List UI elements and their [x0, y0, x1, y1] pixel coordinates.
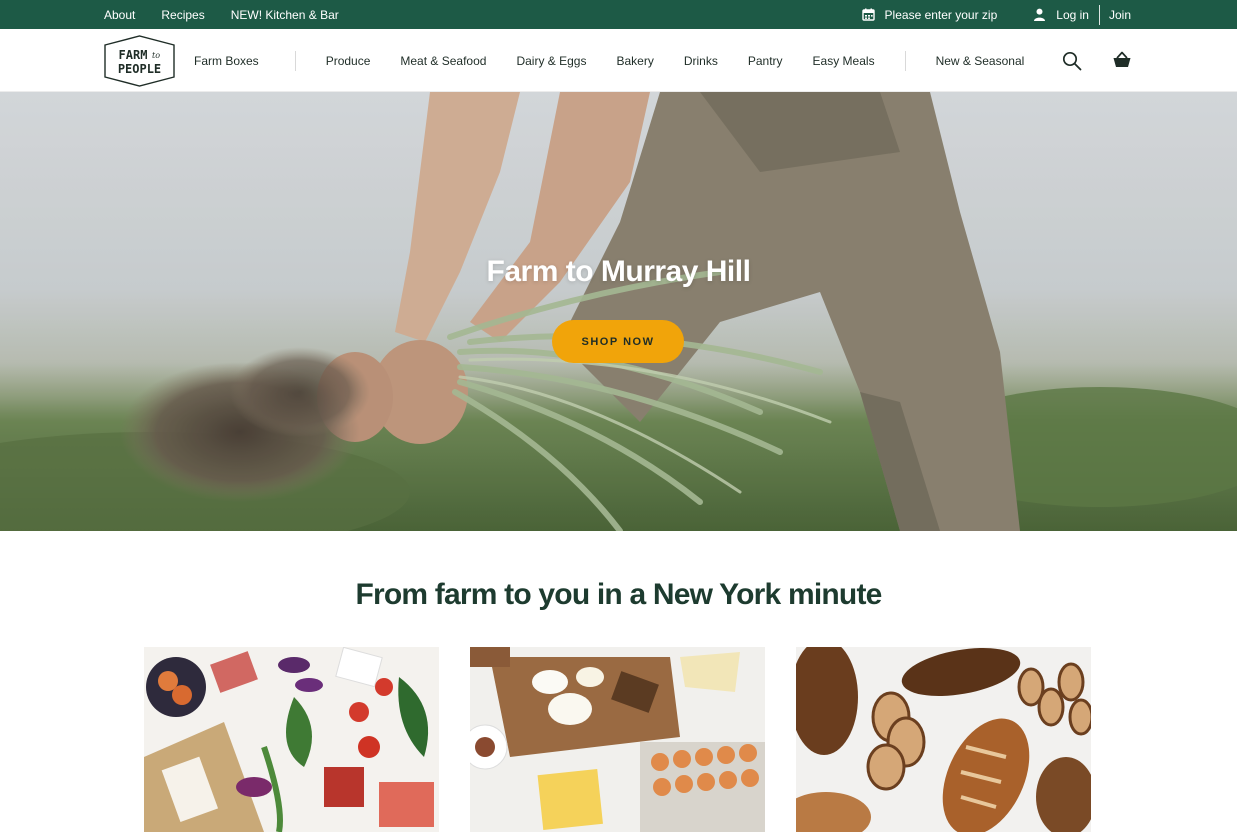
join-link[interactable]: Join: [1109, 8, 1131, 22]
search-icon[interactable]: [1062, 51, 1082, 71]
nav-bakery[interactable]: Bakery: [616, 54, 653, 68]
account-divider: [1098, 4, 1100, 25]
hero-title: Farm to Murray Hill: [486, 255, 751, 288]
basket-icon[interactable]: [1112, 50, 1132, 70]
hero-image: [0, 92, 1237, 531]
logo-badge: FARM to PEOPLE: [104, 35, 175, 87]
category-card-dairy[interactable]: [470, 647, 765, 832]
recipes-link[interactable]: Recipes: [161, 8, 204, 22]
logo[interactable]: FARM to PEOPLE: [103, 35, 176, 87]
logo-line1: FARM: [119, 48, 148, 62]
produce-image: [144, 647, 439, 832]
calendar-icon: [861, 8, 875, 21]
zip-prompt: Please enter your zip: [884, 7, 998, 22]
login-link[interactable]: Log in: [1056, 8, 1089, 22]
account-links: Log in: [1033, 8, 1089, 22]
bakery-image: [796, 647, 1091, 832]
category-card-bakery[interactable]: [796, 647, 1091, 832]
category-card-produce[interactable]: [144, 647, 439, 832]
zip-selector[interactable]: Please enter your zip: [861, 7, 998, 22]
nav-farm-boxes[interactable]: Farm Boxes: [194, 54, 259, 68]
nav-meat-seafood[interactable]: Meat & Seafood: [400, 54, 486, 68]
nav-new-seasonal[interactable]: New & Seasonal: [936, 54, 1025, 68]
nav-divider: [294, 50, 296, 71]
nav-links: Farm Boxes Produce Meat & Seafood Dairy …: [194, 29, 1024, 92]
kitchen-bar-link[interactable]: NEW! Kitchen & Bar: [231, 8, 339, 22]
main-nav: FARM to PEOPLE Farm Boxes Produce Meat &…: [0, 29, 1237, 92]
utility-right: Please enter your zip Log in Join: [861, 0, 1131, 29]
nav-pantry[interactable]: Pantry: [748, 54, 783, 68]
nav-divider: [904, 50, 906, 71]
logo-connector: to: [152, 51, 160, 60]
logo-line2: PEOPLE: [118, 62, 161, 76]
utility-links: About Recipes NEW! Kitchen & Bar: [104, 0, 339, 29]
about-link[interactable]: About: [104, 8, 135, 22]
shop-now-button[interactable]: SHOP NOW: [552, 320, 684, 363]
hero-banner: Farm to Murray Hill SHOP NOW: [0, 92, 1237, 531]
dairy-image: [470, 647, 765, 832]
nav-produce[interactable]: Produce: [326, 54, 371, 68]
utility-bar: About Recipes NEW! Kitchen & Bar Please …: [0, 0, 1237, 29]
user-icon: [1034, 8, 1046, 21]
nav-easy-meals[interactable]: Easy Meals: [813, 54, 875, 68]
nav-drinks[interactable]: Drinks: [684, 54, 718, 68]
nav-dairy-eggs[interactable]: Dairy & Eggs: [516, 54, 586, 68]
section-title: From farm to you in a New York minute: [355, 578, 882, 611]
